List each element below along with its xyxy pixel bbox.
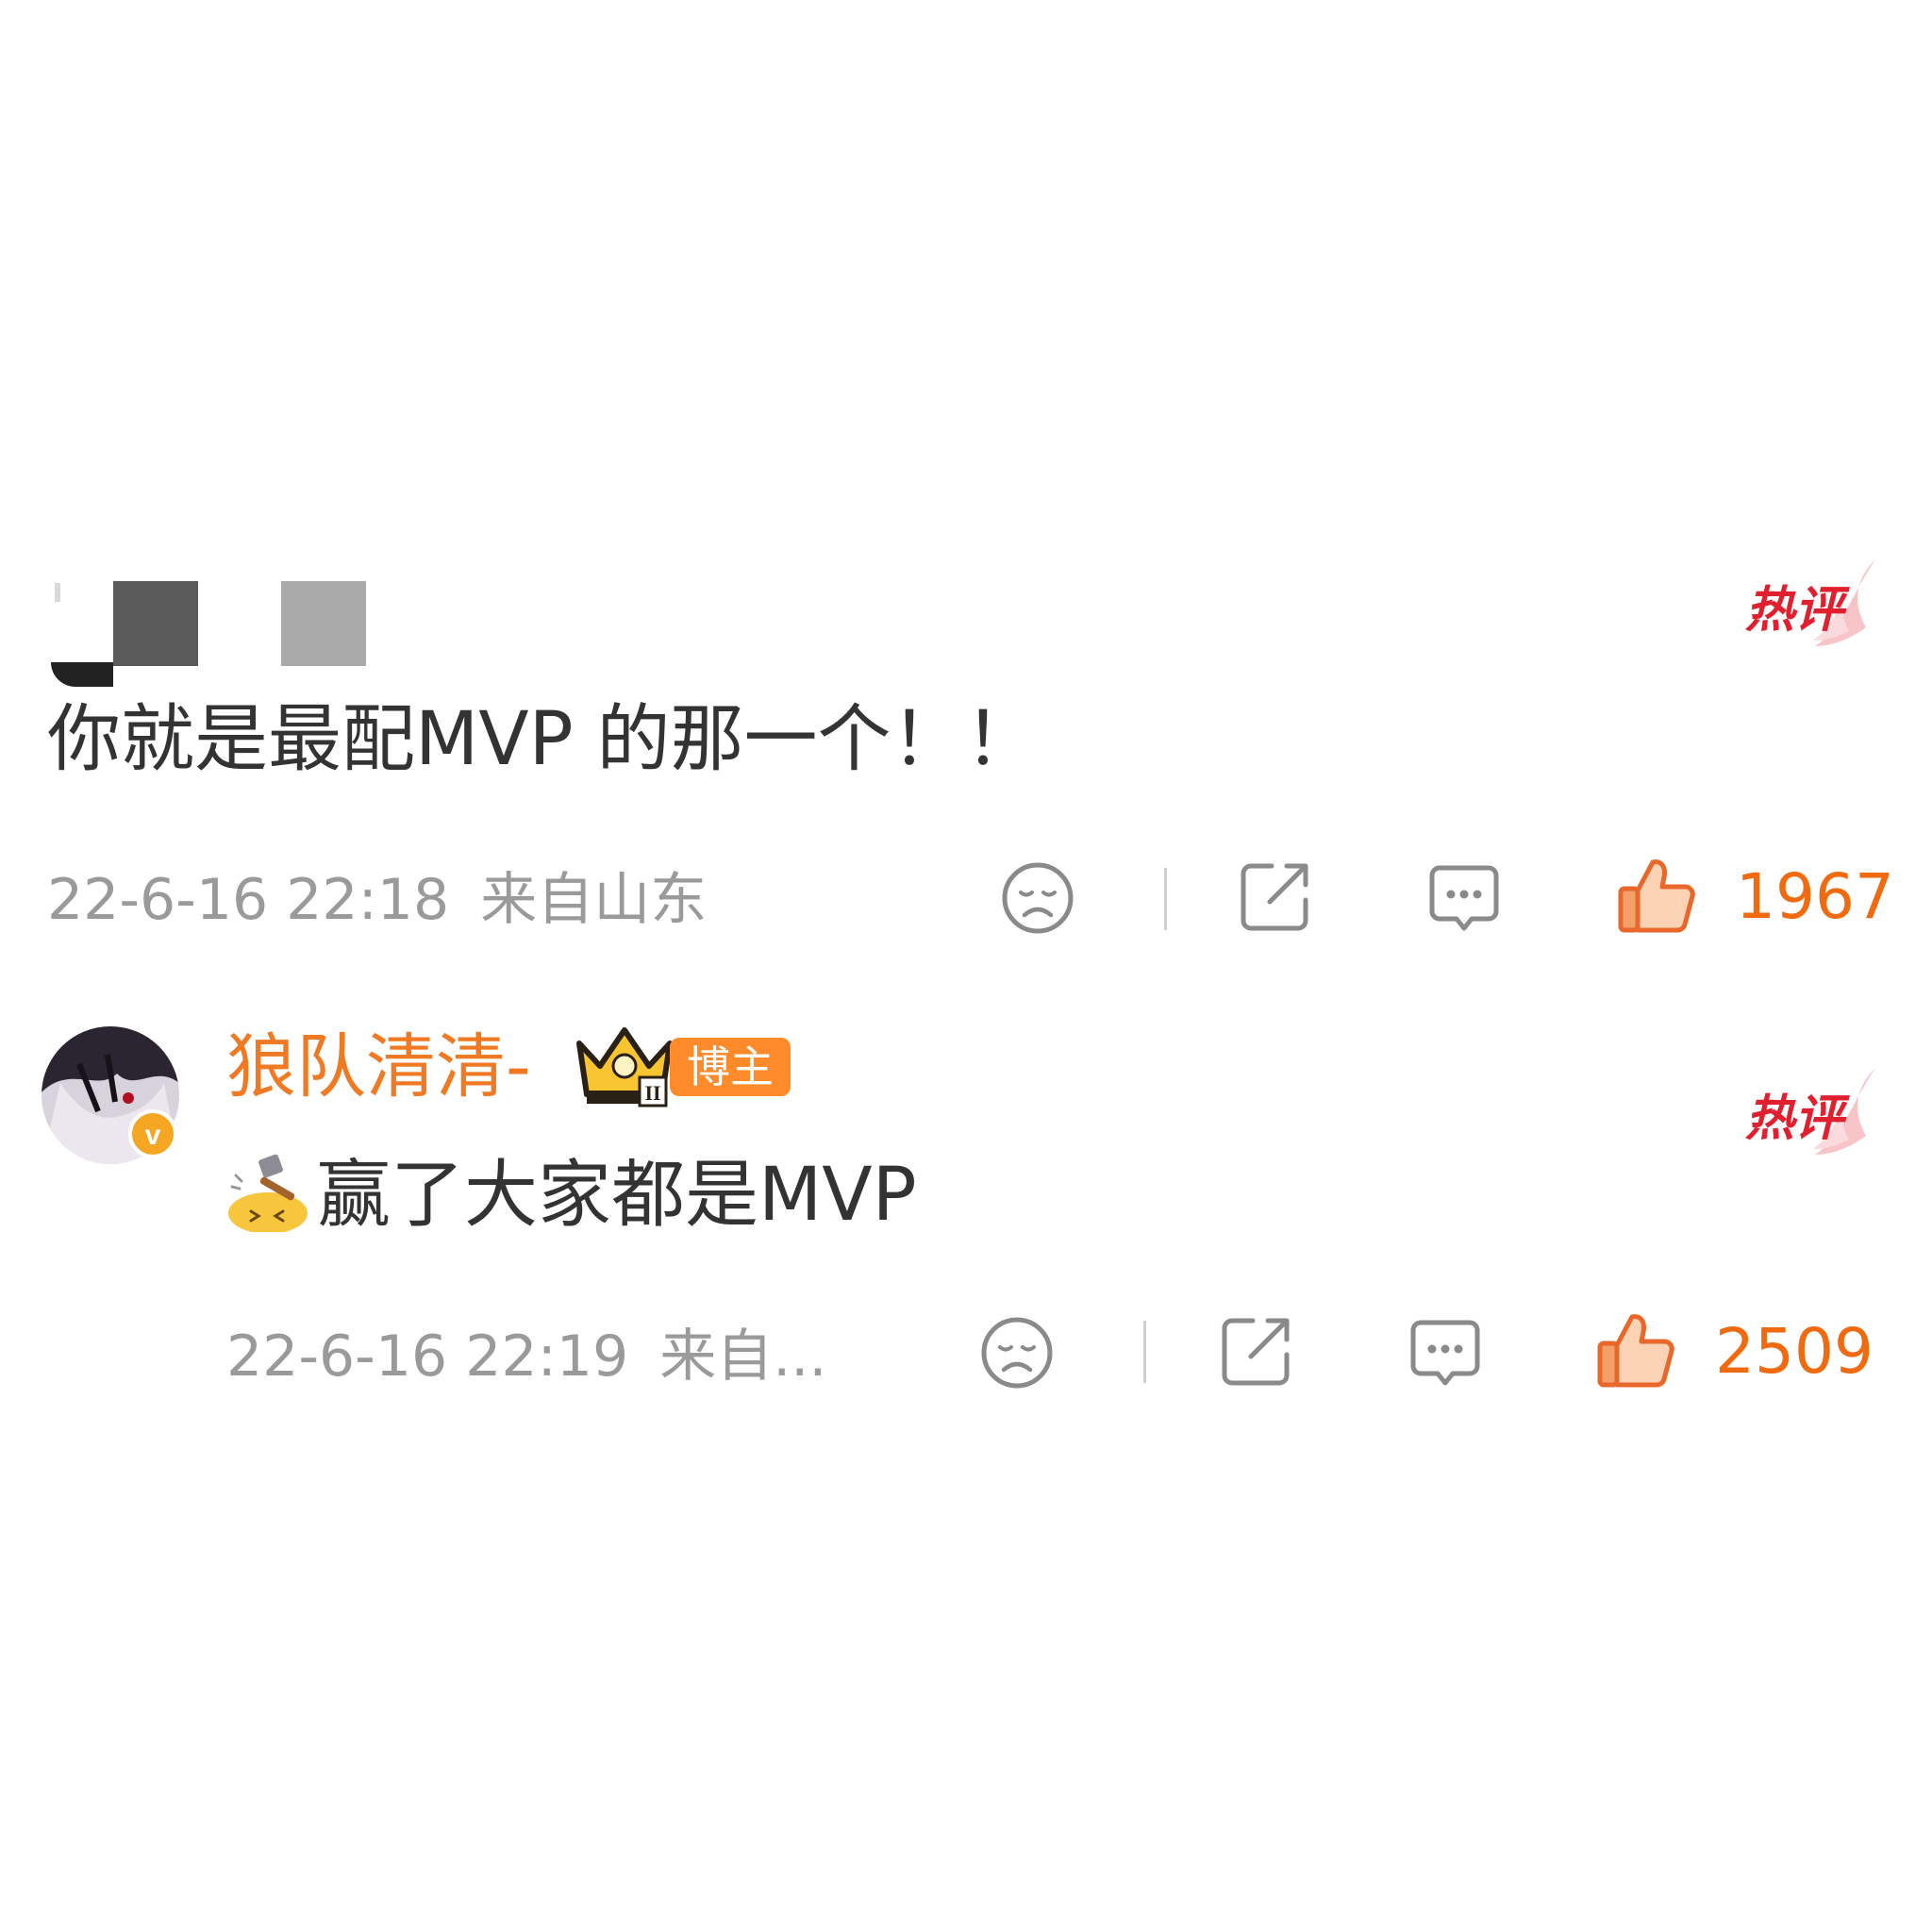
divider	[1143, 1321, 1146, 1383]
comment-bubble-icon[interactable]	[1426, 860, 1502, 936]
username[interactable]: 狼队清清-	[226, 1032, 531, 1102]
role-badge: 博主	[670, 1038, 791, 1096]
share-icon[interactable]	[1238, 858, 1313, 934]
svg-text:II: II	[644, 1081, 660, 1105]
comment-text: 你就是最配MVP 的那一个！！	[47, 697, 1039, 782]
hot-label: 热评	[1745, 1091, 1844, 1147]
location-text: 来自山东	[480, 867, 708, 933]
thumbs-up-icon[interactable]	[1596, 1309, 1677, 1391]
divider	[1164, 868, 1167, 930]
like-count: 1967	[1736, 860, 1894, 933]
comment-timestamp: 22-6-16 22:19 来自...	[226, 1328, 826, 1385]
verified-v-icon: v	[128, 1109, 177, 1158]
sad-face-icon[interactable]	[1000, 860, 1075, 936]
like-count: 2509	[1715, 1315, 1874, 1388]
comment-timestamp: 22-6-16 22:18 来自山东	[47, 872, 707, 928]
svg-text:v: v	[145, 1120, 161, 1151]
thumbs-up-icon[interactable]	[1617, 855, 1698, 936]
location-text: 来自...	[659, 1324, 827, 1390]
comment-bubble-icon[interactable]	[1407, 1315, 1483, 1391]
timestamp-text: 22-6-16 22:18	[47, 867, 450, 933]
hot-label: 热评	[1745, 582, 1844, 639]
comment-text: 赢了大家都是MVP	[317, 1153, 917, 1238]
hot-comment-badge: 热评	[1734, 552, 1885, 656]
hot-comment-badge: 热评	[1734, 1060, 1885, 1164]
timestamp-text: 22-6-16 22:19	[226, 1324, 629, 1390]
crown-badge-icon: II	[574, 1024, 675, 1109]
sad-face-icon[interactable]	[979, 1315, 1055, 1391]
share-icon[interactable]	[1219, 1313, 1294, 1389]
hammer-emoji-icon	[226, 1153, 311, 1234]
